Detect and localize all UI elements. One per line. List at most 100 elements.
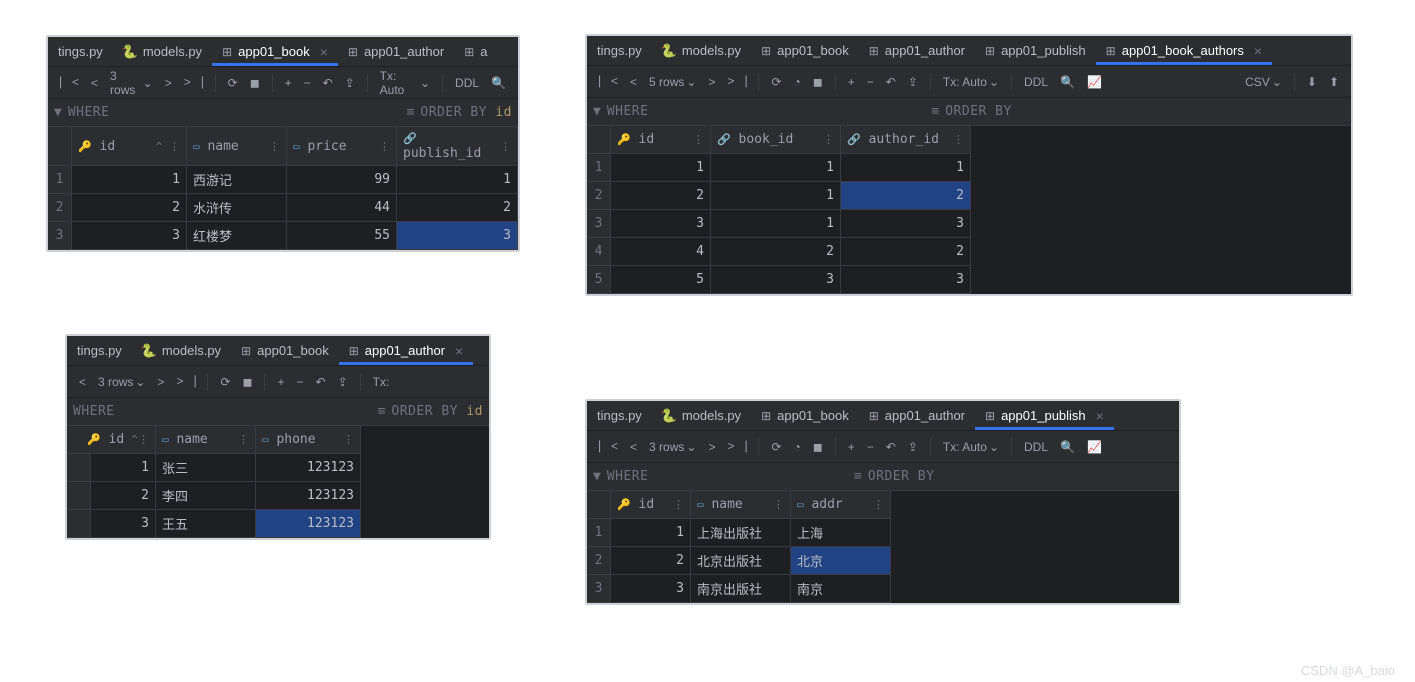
- last-page-button[interactable]: >⎹: [180, 71, 207, 94]
- tx-dropdown[interactable]: Tx: Auto ⌄: [939, 436, 1003, 458]
- tab-tings[interactable]: tings.py: [587, 36, 652, 65]
- where-label[interactable]: WHERE: [607, 104, 649, 119]
- cell[interactable]: 1: [711, 210, 841, 238]
- tab-more[interactable]: ⊞a: [454, 37, 497, 66]
- rows-dropdown[interactable]: 3 rows ⌄: [94, 371, 149, 393]
- chart-icon[interactable]: 📈: [1083, 71, 1106, 93]
- order-by-label[interactable]: ORDER BY id: [420, 105, 512, 120]
- col-header-price[interactable]: ▭ price⋮: [287, 127, 397, 166]
- cell[interactable]: 2: [841, 238, 971, 266]
- tab-app01-publish[interactable]: ⊞app01_publish: [975, 36, 1096, 65]
- cell[interactable]: 3: [711, 266, 841, 294]
- timer-icon[interactable]: ◔: [790, 436, 805, 458]
- cell[interactable]: 红楼梦: [187, 222, 287, 250]
- col-header-book-id[interactable]: 🔗 book_id⋮: [711, 126, 841, 154]
- order-by-label[interactable]: ORDER BY: [945, 104, 1012, 119]
- tab-models[interactable]: 🐍models.py: [132, 336, 231, 365]
- tab-app01-book[interactable]: ⊞app01_book×: [212, 37, 338, 66]
- cell-selected[interactable]: 3: [397, 222, 518, 250]
- close-icon[interactable]: ×: [1096, 408, 1104, 424]
- order-by-label[interactable]: ORDER BY: [868, 469, 935, 484]
- tab-app01-book[interactable]: ⊞app01_book: [751, 36, 859, 65]
- filter-icon[interactable]: ▼: [54, 105, 62, 120]
- filter-icon[interactable]: ▼: [593, 469, 601, 484]
- commit-button[interactable]: ⇪: [341, 72, 359, 94]
- tab-app01-author[interactable]: ⊞app01_author: [338, 37, 454, 66]
- cell[interactable]: 西游记: [187, 166, 287, 194]
- col-header-addr[interactable]: ▭ addr⋮: [791, 491, 891, 519]
- where-label[interactable]: WHERE: [68, 105, 110, 120]
- prev-page-button[interactable]: <: [75, 371, 90, 393]
- cell[interactable]: 5: [611, 266, 711, 294]
- cell[interactable]: 4: [611, 238, 711, 266]
- cell[interactable]: 2: [611, 182, 711, 210]
- sort-icon[interactable]: ≡: [378, 404, 386, 419]
- col-header-id[interactable]: 🔑 id^ ⋮: [72, 127, 187, 166]
- col-header-phone[interactable]: ▭ phone⋮: [256, 426, 361, 454]
- next-page-button[interactable]: >: [704, 436, 719, 458]
- where-label[interactable]: WHERE: [607, 469, 649, 484]
- col-header-publish-id[interactable]: 🔗 publish_id⋮: [397, 127, 518, 166]
- tab-app01-book[interactable]: ⊞app01_book: [231, 336, 339, 365]
- cell[interactable]: 123123: [256, 454, 361, 482]
- delete-row-button[interactable]: −: [863, 436, 878, 458]
- cell[interactable]: 2: [711, 238, 841, 266]
- cell[interactable]: 3: [841, 210, 971, 238]
- add-row-button[interactable]: +: [281, 72, 296, 94]
- last-page-button[interactable]: >⎹: [723, 70, 750, 93]
- cell[interactable]: 1: [711, 182, 841, 210]
- cell-selected[interactable]: 北京: [791, 547, 891, 575]
- commit-button[interactable]: ⇪: [334, 371, 352, 393]
- prev-page-button[interactable]: <: [87, 72, 102, 94]
- rows-dropdown[interactable]: 3 rows ⌄: [645, 436, 700, 458]
- tab-models[interactable]: 🐍models.py: [113, 37, 212, 66]
- reload-button[interactable]: ⟳: [224, 72, 242, 94]
- close-icon[interactable]: ×: [455, 343, 463, 359]
- cell[interactable]: 3: [72, 222, 187, 250]
- cell[interactable]: 99: [287, 166, 397, 194]
- col-header-name[interactable]: ▭ name⋮: [156, 426, 256, 454]
- download-icon[interactable]: ⬇: [1303, 71, 1321, 93]
- order-by-label[interactable]: ORDER BY id: [391, 404, 483, 419]
- prev-page-button[interactable]: <: [626, 71, 641, 93]
- revert-button[interactable]: ↶: [312, 371, 330, 393]
- rows-dropdown[interactable]: 3 rows ⌄: [106, 65, 157, 101]
- chart-icon[interactable]: 📈: [1083, 436, 1106, 458]
- cell[interactable]: 55: [287, 222, 397, 250]
- tab-app01-author[interactable]: ⊞app01_author: [859, 401, 975, 430]
- cell[interactable]: 王五: [156, 510, 256, 538]
- cell[interactable]: 南京: [791, 575, 891, 603]
- search-icon[interactable]: 🔍: [1056, 71, 1079, 93]
- tab-tings[interactable]: tings.py: [48, 37, 113, 66]
- delete-row-button[interactable]: −: [863, 71, 878, 93]
- tab-app01-book[interactable]: ⊞app01_book: [751, 401, 859, 430]
- revert-button[interactable]: ↶: [882, 436, 900, 458]
- cell-selected[interactable]: 2: [841, 182, 971, 210]
- search-icon[interactable]: 🔍: [487, 72, 510, 94]
- tab-app01-publish[interactable]: ⊞app01_publish×: [975, 401, 1114, 430]
- tx-dropdown[interactable]: Tx: Auto ⌄: [376, 65, 435, 101]
- tx-dropdown[interactable]: Tx:: [369, 371, 394, 393]
- cell[interactable]: 3: [611, 210, 711, 238]
- cell[interactable]: 上海出版社: [691, 519, 791, 547]
- tab-models[interactable]: 🐍models.py: [652, 36, 751, 65]
- tab-tings[interactable]: tings.py: [587, 401, 652, 430]
- cell[interactable]: 水浒传: [187, 194, 287, 222]
- ddl-button[interactable]: DDL: [1020, 71, 1052, 93]
- tx-dropdown[interactable]: Tx: Auto ⌄: [939, 71, 1003, 93]
- last-page-button[interactable]: >⎹: [172, 370, 199, 393]
- cell[interactable]: 2: [72, 194, 187, 222]
- prev-page-button[interactable]: <: [626, 436, 641, 458]
- cell[interactable]: 3: [81, 510, 156, 538]
- search-icon[interactable]: 🔍: [1056, 436, 1079, 458]
- col-header-id[interactable]: 🔑 id⋮: [611, 491, 691, 519]
- delete-row-button[interactable]: −: [293, 371, 308, 393]
- tab-app01-author[interactable]: ⊞app01_author×: [339, 336, 474, 365]
- cell[interactable]: 1: [72, 166, 187, 194]
- cell[interactable]: 1: [611, 519, 691, 547]
- commit-button[interactable]: ⇪: [904, 436, 922, 458]
- close-icon[interactable]: ×: [320, 44, 328, 60]
- add-row-button[interactable]: +: [844, 436, 859, 458]
- last-page-button[interactable]: >⎹: [723, 435, 750, 458]
- cell[interactable]: 2: [397, 194, 518, 222]
